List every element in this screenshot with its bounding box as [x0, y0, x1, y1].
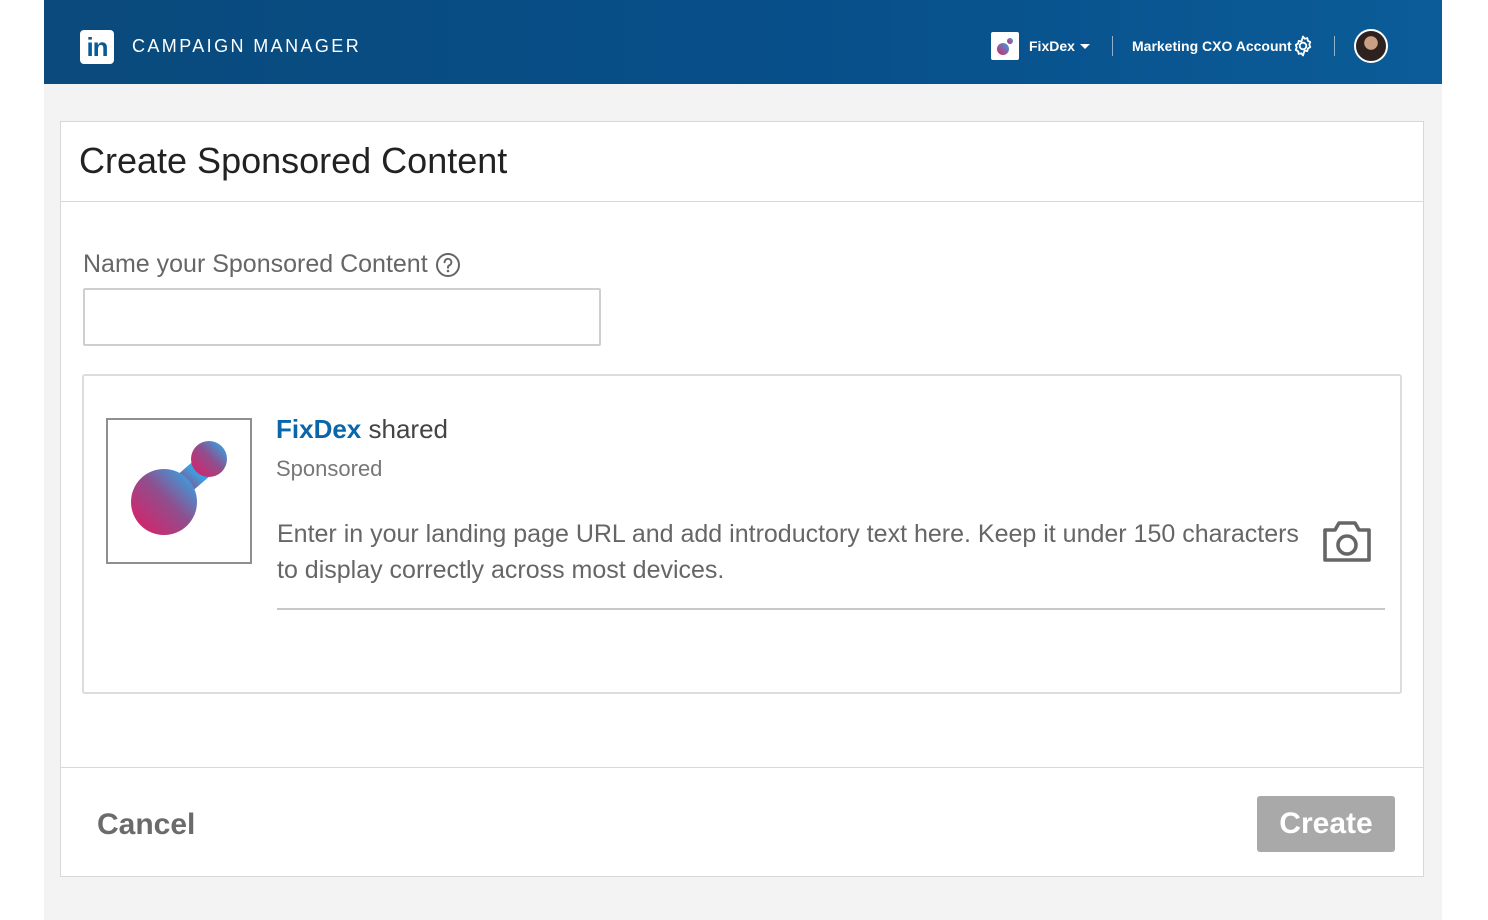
- dropdown-caret-icon[interactable]: [1080, 44, 1090, 49]
- card-footer: Cancel Create: [61, 767, 1423, 877]
- account-switcher[interactable]: FixDex: [1029, 38, 1075, 54]
- create-button[interactable]: Create: [1257, 796, 1395, 852]
- create-sponsored-content-card: Create Sponsored Content Name your Spons…: [60, 121, 1424, 877]
- intro-text-underline: [277, 608, 1385, 610]
- intro-text-field[interactable]: Enter in your landing page URL and add i…: [277, 516, 1307, 588]
- linkedin-logo-icon[interactable]: in: [80, 30, 114, 64]
- card-header: Create Sponsored Content: [61, 122, 1423, 202]
- help-icon[interactable]: [435, 252, 461, 278]
- shared-text: shared: [361, 414, 448, 444]
- camera-icon[interactable]: [1321, 518, 1373, 564]
- organization-name[interactable]: Marketing CXO Account: [1132, 38, 1292, 54]
- company-logo[interactable]: [106, 418, 252, 564]
- fixdex-logo: [131, 441, 227, 535]
- fixdex-mini-logo-icon: [997, 38, 1013, 55]
- sponsored-label: Sponsored: [276, 456, 383, 481]
- product-name: CAMPAIGN MANAGER: [132, 36, 362, 56]
- page-title: Create Sponsored Content: [79, 140, 508, 181]
- avatar[interactable]: [1354, 29, 1388, 63]
- top-navigation-bar: in CAMPAIGN MANAGER FixDex Marketing CXO…: [44, 0, 1442, 84]
- gear-icon[interactable]: [1291, 34, 1315, 58]
- app: in CAMPAIGN MANAGER FixDex Marketing CXO…: [44, 0, 1442, 920]
- divider: [1112, 36, 1113, 56]
- sharer-line: FixDex shared: [276, 414, 448, 445]
- cancel-button[interactable]: Cancel: [97, 808, 195, 842]
- sponsored-content-preview: FixDex shared Sponsored Enter in your la…: [82, 374, 1402, 694]
- sponsored-content-name-input[interactable]: [83, 288, 601, 346]
- divider: [1334, 36, 1335, 56]
- company-name-link[interactable]: FixDex: [276, 414, 361, 444]
- name-field-label: Name your Sponsored Content: [83, 250, 428, 278]
- account-thumbnail[interactable]: [991, 32, 1019, 60]
- linkedin-logo-text: in: [86, 32, 108, 62]
